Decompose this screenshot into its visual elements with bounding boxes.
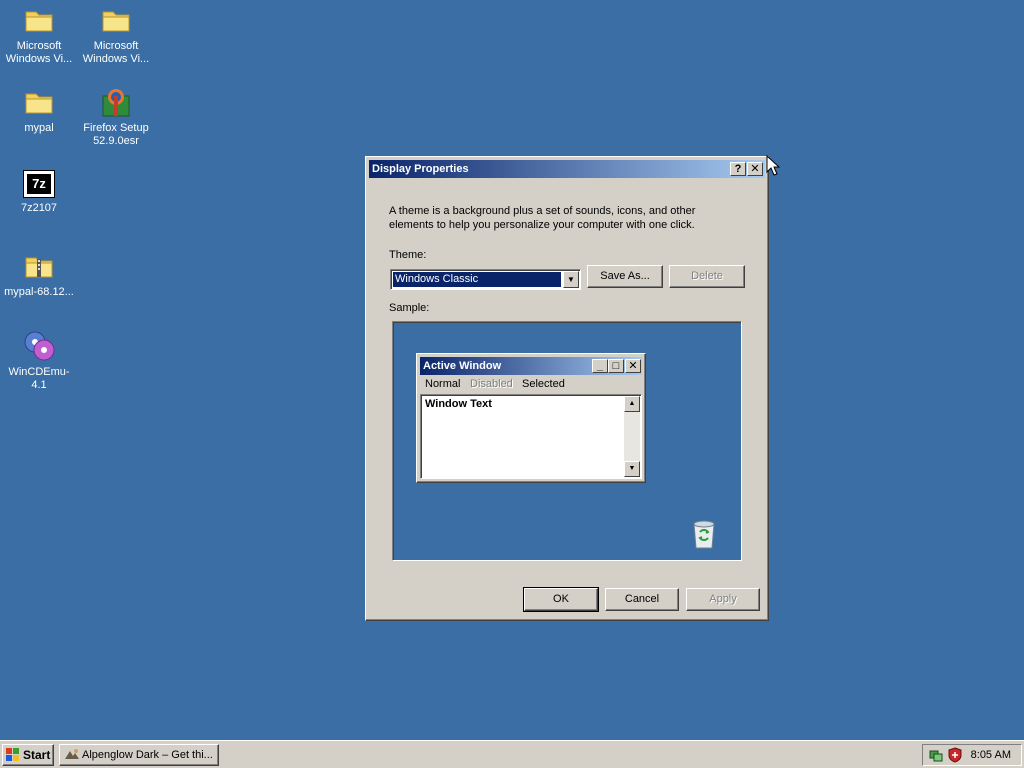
- minimize-icon: _: [592, 359, 608, 373]
- theme-description: A theme is a background plus a set of so…: [389, 205, 696, 231]
- help-button[interactable]: ?: [730, 162, 746, 176]
- folder-icon: [100, 4, 132, 36]
- sample-window-text-area: Window Text ▲ ▼: [420, 394, 642, 479]
- windows-logo-icon: [6, 748, 20, 762]
- help-icon: ?: [734, 163, 742, 175]
- sample-label: Sample:: [389, 302, 430, 314]
- desktop-icon-ms-windows-1[interactable]: Microsoft Windows Vi...: [1, 4, 77, 66]
- sample-scrollbar: ▲ ▼: [624, 396, 640, 477]
- close-glyph: ✕: [628, 360, 638, 372]
- sample-menu-bar: Normal Disabled Selected: [420, 376, 642, 392]
- minimize-glyph: _: [596, 360, 604, 372]
- 7zip-icon-text: 7z: [27, 174, 51, 194]
- desktop-icon-7z2107[interactable]: 7z 7z2107: [1, 168, 77, 215]
- dropdown-arrow-icon[interactable]: ▼: [563, 271, 579, 288]
- desktop-icon-label: Microsoft Windows Vi...: [5, 40, 73, 65]
- desktop-icon-mypal[interactable]: mypal: [1, 86, 77, 135]
- delete-button[interactable]: Delete: [669, 265, 745, 288]
- close-icon: ✕: [750, 163, 760, 175]
- desktop-icon-mypal-zip[interactable]: mypal-68.12...: [1, 250, 77, 299]
- mouse-cursor-icon: [766, 154, 781, 177]
- taskbar-item-alpenglow[interactable]: Alpenglow Dark – Get thi...: [59, 744, 219, 766]
- desktop-icon-firefox-setup[interactable]: Firefox Setup 52.9.0esr: [78, 86, 154, 148]
- desktop-icon-label: Microsoft Windows Vi...: [82, 40, 150, 65]
- desktop-icon-label: 7z2107: [20, 202, 58, 214]
- desktop-icon-label: mypal-68.12...: [4, 286, 74, 298]
- save-as-button[interactable]: Save As...: [587, 265, 663, 288]
- sample-window-titlebar: Active Window _ □ ✕: [420, 357, 642, 375]
- system-tray: 8:05 AM: [922, 744, 1022, 766]
- firefox-installer-icon: [100, 86, 132, 118]
- theme-label: Theme:: [389, 249, 427, 261]
- sample-menu-selected: Selected: [522, 378, 565, 390]
- scroll-down-icon: ▼: [624, 461, 640, 477]
- desktop-icon-label: mypal: [24, 122, 54, 134]
- start-button[interactable]: Start: [2, 744, 54, 766]
- cancel-button[interactable]: Cancel: [605, 588, 679, 611]
- apply-button[interactable]: Apply: [686, 588, 760, 611]
- maximize-icon: □: [608, 359, 624, 373]
- folder-icon: [23, 4, 55, 36]
- cd-emulator-icon: [23, 330, 55, 362]
- theme-select[interactable]: Windows Classic ▼: [390, 269, 581, 290]
- maximize-glyph: □: [612, 360, 620, 372]
- close-icon: ✕: [625, 359, 641, 373]
- ok-button[interactable]: OK: [523, 587, 599, 612]
- browser-icon: [64, 747, 80, 763]
- sample-active-window: Active Window _ □ ✕ Normal Disabled Sele…: [416, 353, 646, 483]
- start-label: Start: [23, 748, 51, 762]
- desktop-icon-label: WinCDEmu-4.1: [8, 366, 70, 391]
- theme-select-value: Windows Classic: [392, 271, 562, 288]
- 7zip-icon: 7z: [23, 170, 55, 198]
- sample-menu-normal: Normal: [425, 378, 461, 390]
- scroll-up-icon: ▲: [624, 396, 640, 412]
- desktop-icon-wincdemu[interactable]: WinCDEmu-4.1: [1, 330, 77, 392]
- close-button[interactable]: ✕: [747, 162, 763, 176]
- recycle-bin-icon: [690, 518, 718, 550]
- sample-menu-disabled: Disabled: [470, 378, 513, 390]
- sample-window-title: Active Window: [423, 360, 502, 372]
- desktop-icon-label: Firefox Setup 52.9.0esr: [83, 122, 149, 147]
- display-properties-dialog: Display Properties ? ✕ A theme is a back…: [365, 156, 769, 621]
- desktop-icon-ms-windows-2[interactable]: Microsoft Windows Vi...: [78, 4, 154, 66]
- dialog-title: Display Properties: [372, 163, 469, 175]
- zip-folder-icon: [23, 250, 55, 282]
- folder-icon: [23, 86, 55, 118]
- network-tray-icon[interactable]: [928, 747, 944, 763]
- sample-window-text: Window Text: [425, 398, 492, 410]
- theme-sample-preview: Active Window _ □ ✕ Normal Disabled Sele…: [392, 321, 742, 561]
- dialog-titlebar[interactable]: Display Properties ? ✕: [369, 160, 765, 178]
- taskbar-item-label: Alpenglow Dark – Get thi...: [82, 749, 213, 761]
- taskbar: Start Alpenglow Dark – Get thi... 8:05 A…: [0, 740, 1024, 768]
- clock[interactable]: 8:05 AM: [971, 745, 1011, 765]
- security-shield-tray-icon[interactable]: [947, 747, 963, 763]
